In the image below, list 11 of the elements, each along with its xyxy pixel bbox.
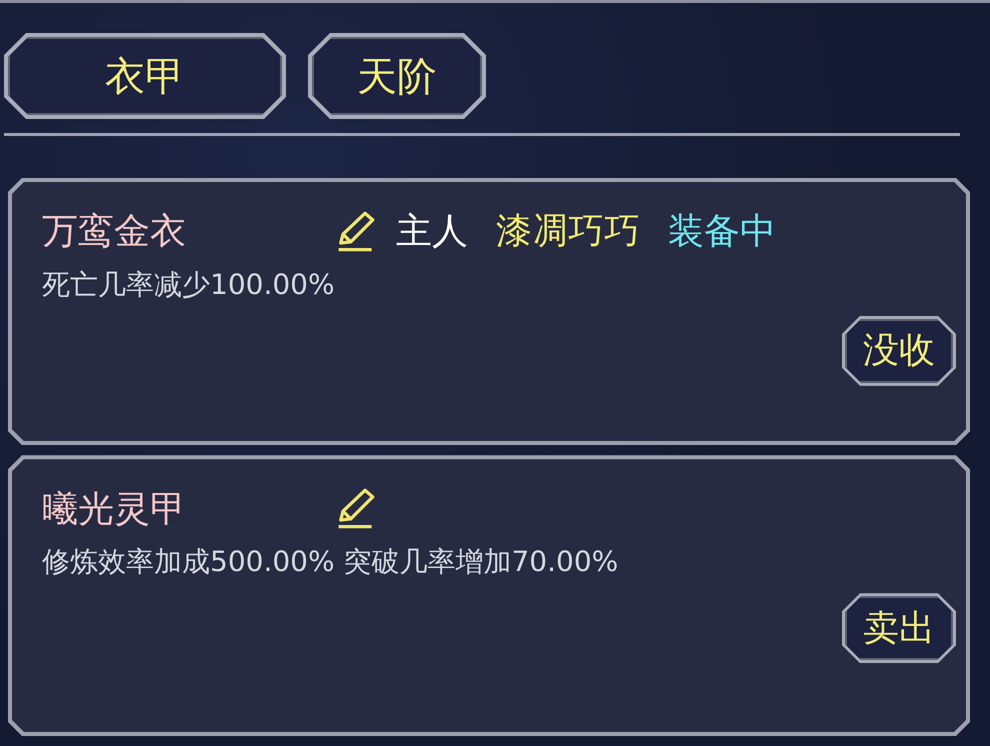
item-action-button[interactable]: 没收 — [842, 316, 956, 386]
item-name: 曦光灵甲 — [42, 488, 187, 532]
owner-label: 主人 — [396, 210, 468, 254]
item-name: 万鸾金衣 — [42, 210, 187, 254]
item-effects: 死亡几率减少100.00% — [42, 266, 336, 303]
item-action-button[interactable]: 卖出 — [842, 593, 956, 664]
item-effects: 修炼效率加成500.00% 突破几率增加70.00% — [42, 544, 620, 580]
category-tab[interactable]: 天阶 — [308, 33, 486, 119]
category-tab[interactable]: 衣甲 — [4, 33, 286, 119]
owner-name: 漆凋巧巧 — [496, 210, 640, 254]
equip-status: 装备中 — [668, 210, 776, 254]
